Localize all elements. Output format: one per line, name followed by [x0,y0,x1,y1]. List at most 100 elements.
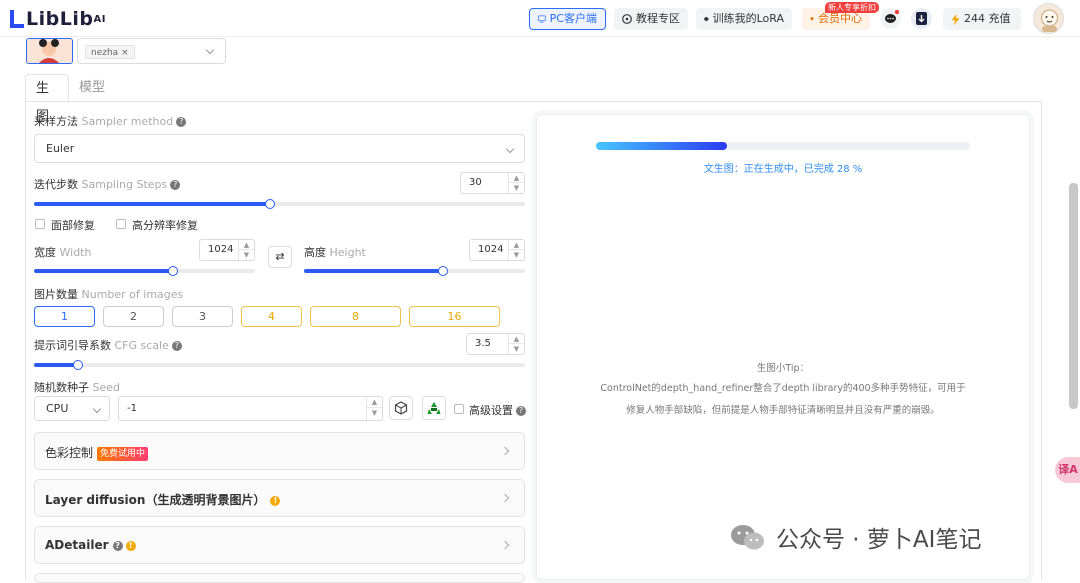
count-option-8[interactable]: 8 [310,306,401,327]
stepper-arrows[interactable]: ▲ ▼ [508,240,524,260]
watermark: 公众号 · 萝卜AI笔记 [728,520,981,554]
face-fix-label: 面部修复 [51,219,95,232]
steps-input[interactable]: 30 ▲ ▼ [460,172,525,194]
lora-tag-select[interactable]: nezha × [77,38,226,64]
step-up-icon: ▲ [367,397,382,408]
layer-diffusion-section[interactable]: Layer diffusion（生成透明背景图片）! [34,479,525,517]
count-option-16[interactable]: 16 [409,306,500,327]
stepper-arrows[interactable]: ▲ ▼ [508,334,524,354]
help-icon[interactable]: ? [176,117,187,127]
stepper-arrows[interactable]: ▲ ▼ [508,173,524,193]
adetailer-section[interactable]: ADetailer?! [34,526,525,564]
section-title: 色彩控制 [45,446,94,460]
pc-client-button[interactable]: PC客户端 [529,8,606,30]
translate-icon: 译A [1058,463,1078,476]
generation-progress-bar [596,142,970,150]
step-up-icon: ▲ [509,173,524,183]
cfg-input[interactable]: 3.5 ▲ ▼ [466,333,525,355]
steps-slider[interactable] [34,199,525,209]
chevron-right-icon [500,446,510,456]
tag-nezha[interactable]: nezha × [85,45,135,59]
chevron-down-icon [92,404,102,414]
help-icon[interactable]: ? [171,341,182,351]
download-button[interactable] [911,8,932,29]
logo-text: LibLib [26,8,94,30]
user-avatar[interactable] [1033,3,1064,34]
sampler-select[interactable]: Euler [34,134,525,163]
points-recharge-button[interactable]: 244 充值 [943,8,1021,30]
chevron-right-icon [500,493,510,503]
tag-remove-icon[interactable]: × [121,48,129,58]
message-button[interactable] [880,8,901,29]
step-down-icon: ▼ [243,251,250,259]
tip-line-2: 修复人物手部缺陷，但前提是人物手部特征清晰明显并且没有严重的崩毁。 [626,405,940,416]
recycle-seed-button[interactable] [422,396,446,420]
monitor-icon [538,15,546,23]
width-slider[interactable] [34,266,255,276]
nezha-character-image-icon [27,39,72,63]
next-section[interactable] [34,573,525,583]
slider-fill [34,202,270,206]
warning-icon: ! [125,541,136,551]
height-slider[interactable] [304,266,525,276]
tutorial-button[interactable]: 教程专区 [614,8,688,30]
count-option-3[interactable]: 3 [172,306,233,327]
page-scrollbar[interactable] [1069,183,1078,409]
wechat-icon [731,525,764,550]
advanced-settings-checkbox[interactable] [454,404,464,414]
preview-panel [536,114,1030,580]
help-icon[interactable]: ? [516,406,526,416]
chevron-right-icon [500,540,510,550]
slider-fill [34,269,174,273]
swap-dimensions-button[interactable]: ⇄ [268,246,292,268]
chevron-down-icon [205,45,215,55]
sampler-label: 采样方法 Sampler method? [34,113,187,129]
model-thumbnail[interactable] [26,38,73,64]
count-option-1[interactable]: 1 [34,306,95,327]
slider-handle[interactable] [264,199,275,209]
help-icon[interactable]: ? [112,540,123,551]
section-title: Layer diffusion（生成透明背景图片） [45,493,266,507]
step-up-icon: ▲ [509,334,524,344]
count-option-2[interactable]: 2 [103,306,164,327]
lightning-icon [951,13,960,25]
step-down-icon: ▼ [371,409,378,417]
count-option-4[interactable]: 4 [241,306,302,327]
hires-fix-checkbox[interactable] [116,219,126,229]
train-lora-button[interactable]: 训练我的LoRA [696,8,792,30]
slider-fill [34,363,79,367]
random-seed-button[interactable] [389,396,413,420]
step-down-icon: ▼ [513,251,520,259]
tab-generate[interactable]: 生图 [25,74,69,124]
height-input[interactable]: 1024 ▲ ▼ [469,239,525,261]
cube-icon [704,16,709,22]
stepper-arrows[interactable]: ▲ ▼ [238,240,254,260]
color-control-section[interactable]: 色彩控制 免费试用中 [34,432,525,470]
width-label: 宽度 Width [34,246,92,259]
help-icon[interactable]: ? [170,180,181,190]
tip-title: 生图小Tip： [756,363,810,374]
face-fix-checkbox[interactable] [35,219,45,229]
tab-model[interactable]: 模型 [69,74,115,102]
chat-icon [885,9,900,23]
dice-icon [394,401,408,415]
cfg-label: 提示词引导系数 CFG scale? [34,337,182,353]
logo-mark-icon [10,10,24,28]
warning-icon: ! [270,496,281,506]
avatar-image-icon [1041,9,1058,32]
cfg-slider[interactable] [34,360,525,370]
seed-device-select[interactable]: CPU [34,396,110,421]
translate-float-button[interactable]: 译A [1055,457,1080,483]
swap-icon: ⇄ [275,250,285,263]
liblib-logo[interactable]: LibLib AI [10,8,106,30]
seed-label: 随机数种子 Seed [34,381,120,394]
stepper-arrows[interactable]: ▲ ▼ [366,397,382,420]
slider-fill [304,269,444,273]
seed-input[interactable]: -1 ▲ ▼ [118,396,383,421]
tip-line-1: ControlNet的depth_hand_refiner整合了depth li… [600,383,966,394]
free-trial-badge: 免费试用中 [97,447,149,461]
vip-discount-tag: 新人专享折扣 [825,2,879,13]
width-input[interactable]: 1024 ▲ ▼ [199,239,255,261]
top-bar: LibLib AI PC客户端 教程专区 训练我的LoRA 会员中心 新人专享折… [0,0,1080,37]
diamond-icon [810,17,814,21]
